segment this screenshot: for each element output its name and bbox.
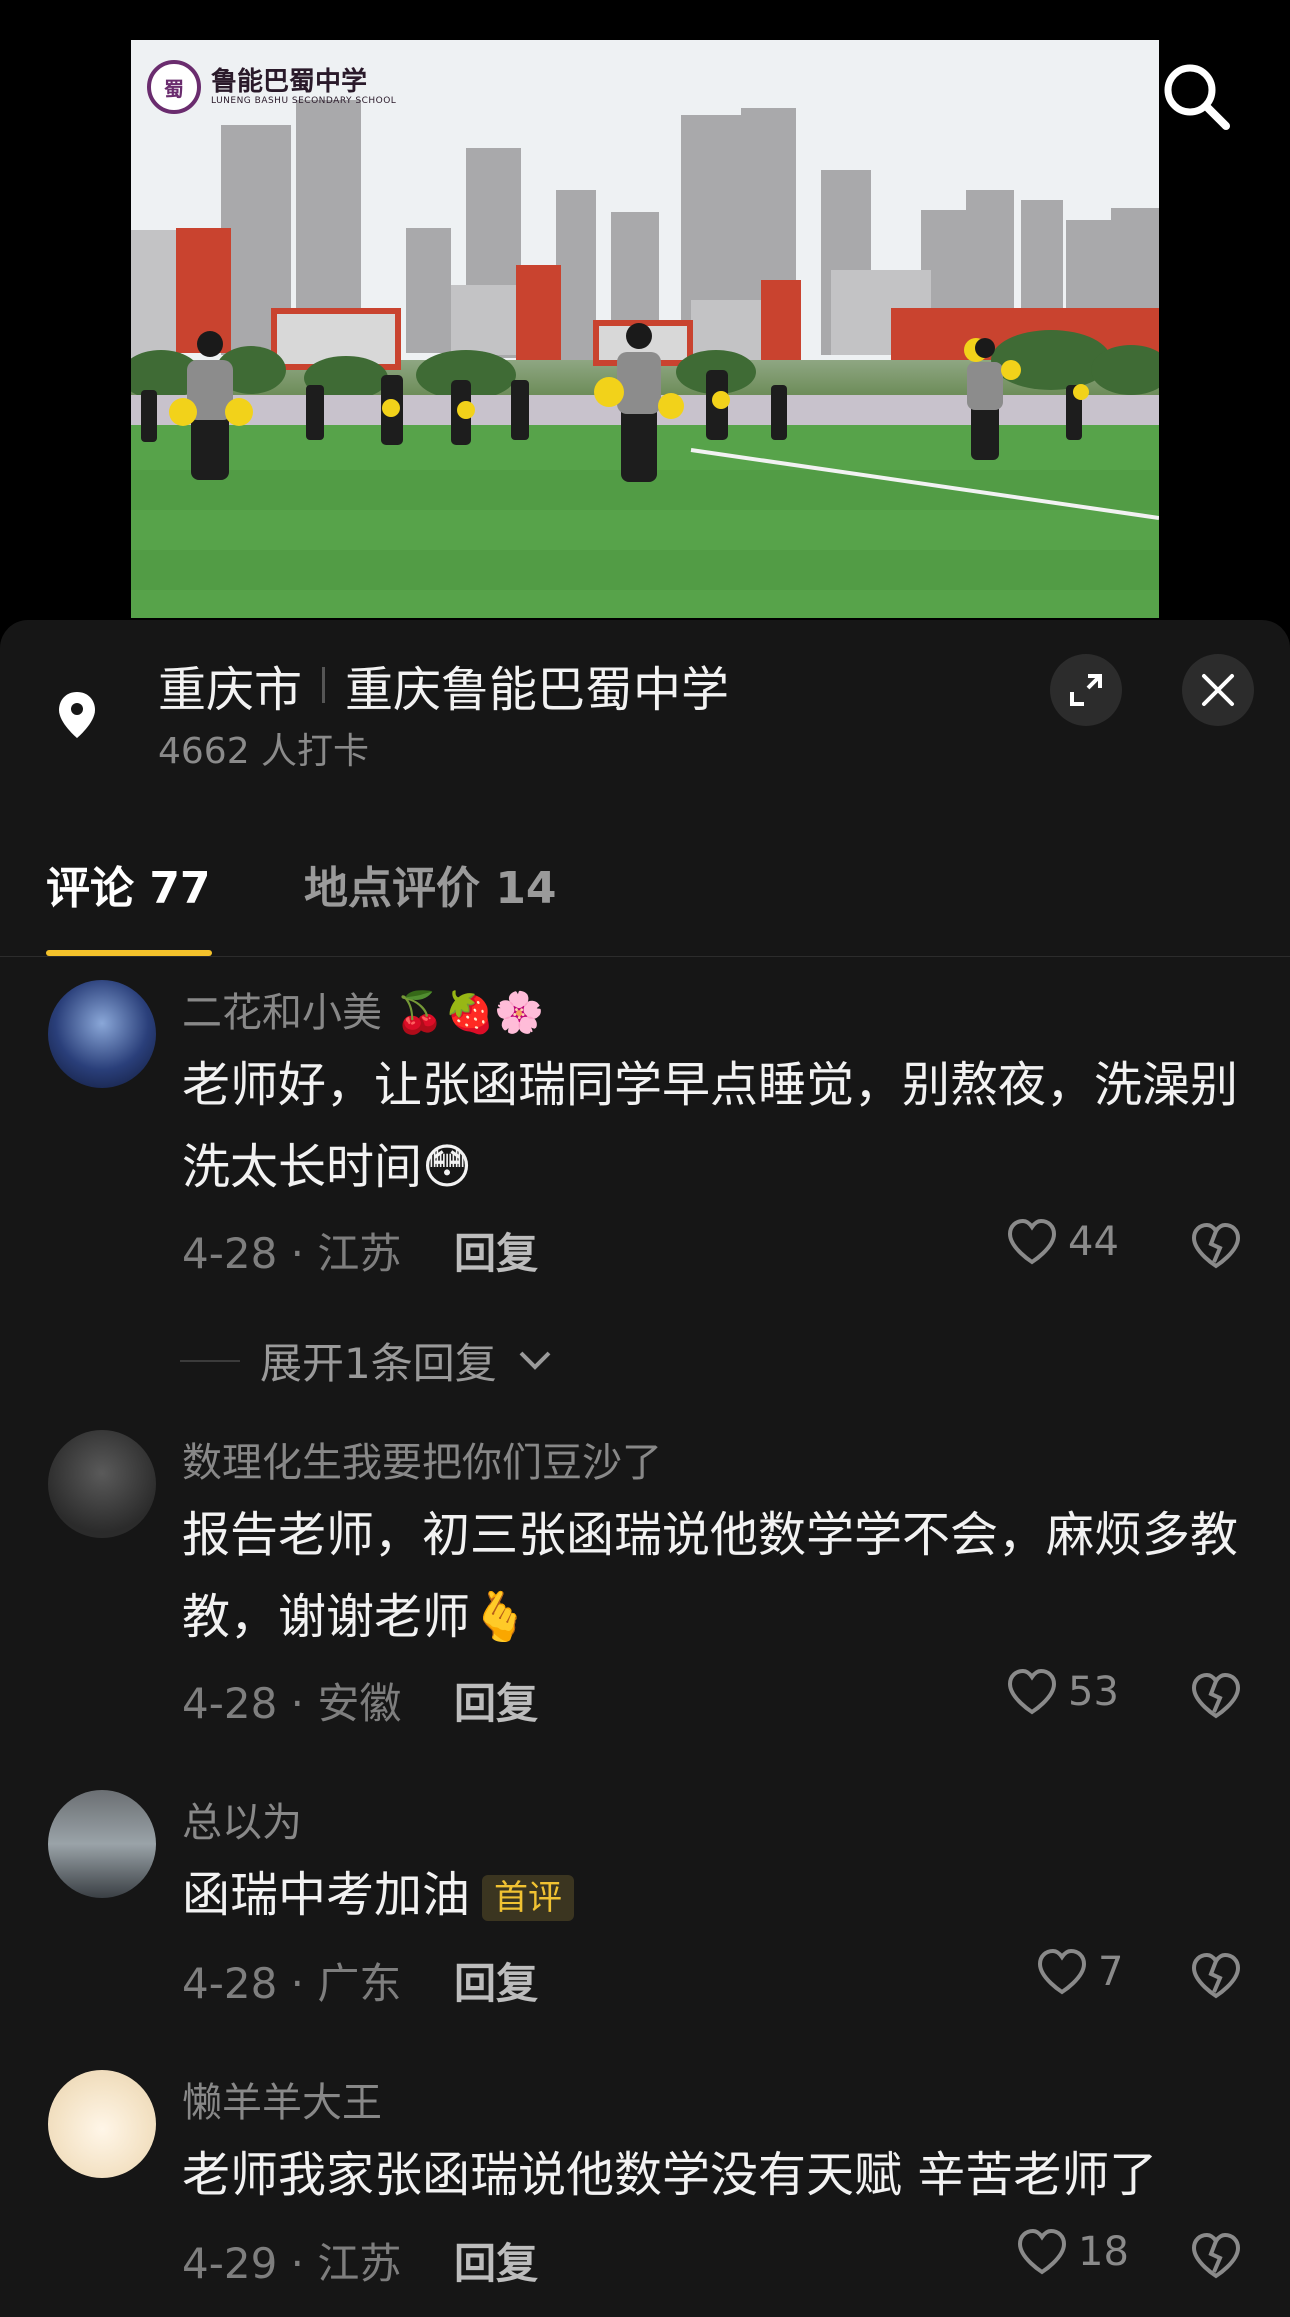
checkin-count: 4662 人打卡 <box>158 731 370 772</box>
expand-icon <box>1070 674 1102 706</box>
like-count: 7 <box>1098 1949 1124 1995</box>
close-button[interactable] <box>1182 654 1254 726</box>
comment-author[interactable]: 二花和小美 🍒🍓🌸 <box>182 980 544 1038</box>
comment-emoji: 🫰 <box>470 1589 530 1645</box>
first-comment-badge: 首评 <box>482 1875 575 1921</box>
avatar[interactable] <box>48 1790 156 1898</box>
search-icon[interactable] <box>1160 60 1232 132</box>
avatar[interactable] <box>48 2070 156 2178</box>
comment-emoji: 😳 <box>422 1139 473 1195</box>
location-pin-icon <box>59 692 95 738</box>
expand-line <box>180 1359 240 1362</box>
location-place: 重庆鲁能巴蜀中学 <box>345 662 730 718</box>
comment-text: 老师好，让张函瑞同学早点睡觉，别熬夜，洗澡别洗太长时间😳 <box>182 1057 1239 1195</box>
reply-button[interactable]: 回复 <box>454 2230 538 2291</box>
school-logo: 蜀 鲁能巴蜀中学 LUNENG BASHU SECONDARY SCHOOL <box>147 60 396 114</box>
like-count: 44 <box>1068 1219 1119 1265</box>
reply-button[interactable]: 回复 <box>454 1670 538 1731</box>
reply-button[interactable]: 回复 <box>454 1950 538 2011</box>
video-area: 蜀 鲁能巴蜀中学 LUNENG BASHU SECONDARY SCHOOL <box>0 0 1290 640</box>
chevron-down-icon <box>519 1351 551 1370</box>
comment-author[interactable]: 数理化生我要把你们豆沙了 <box>182 1430 662 1488</box>
expand-replies[interactable]: 展开1条回复 <box>180 1330 553 1391</box>
heart-icon <box>1017 2228 1067 2275</box>
close-icon <box>1202 674 1234 706</box>
location-title[interactable]: 重庆市 重庆鲁能巴蜀中学 <box>158 650 729 720</box>
heart-icon <box>1007 1218 1057 1265</box>
comment-date-location: 4-28 · 安徽 <box>182 1679 402 1728</box>
like-button[interactable]: 7 <box>1036 1948 1123 1996</box>
video-player[interactable]: 蜀 鲁能巴蜀中学 LUNENG BASHU SECONDARY SCHOOL <box>131 40 1159 618</box>
comment-author[interactable]: 懒羊羊大王 <box>182 2070 382 2128</box>
like-button[interactable]: 18 <box>1016 2228 1129 2276</box>
broken-heart-icon[interactable] <box>1190 1222 1242 1270</box>
author-emoji: 🍒🍓🌸 <box>394 990 545 1036</box>
tab-comments[interactable]: 评论 77 <box>46 852 211 916</box>
broken-heart-icon[interactable] <box>1190 1672 1242 1720</box>
like-count: 53 <box>1068 1669 1119 1715</box>
broken-heart-icon[interactable] <box>1190 2232 1242 2280</box>
tab-place-reviews[interactable]: 地点评价 14 <box>304 852 557 916</box>
avatar[interactable] <box>48 1430 156 1538</box>
location-separator <box>322 667 326 703</box>
like-count: 18 <box>1078 2229 1129 2275</box>
broken-heart-icon[interactable] <box>1190 1952 1242 2000</box>
heart-icon <box>1037 1948 1087 1995</box>
like-button[interactable]: 44 <box>1006 1218 1119 1266</box>
avatar[interactable] <box>48 980 156 1088</box>
reply-button[interactable]: 回复 <box>454 1220 538 1281</box>
comment-text: 老师我家张函瑞说他数学没有天赋 辛苦老师了 <box>182 2147 1158 2203</box>
school-logo-name: 鲁能巴蜀中学 <box>211 67 368 97</box>
expand-button[interactable] <box>1050 654 1122 726</box>
like-button[interactable]: 53 <box>1006 1668 1119 1716</box>
comment-date-location: 4-28 · 江苏 <box>182 1229 402 1278</box>
comment-text: 函瑞中考加油 首评 <box>182 1854 1242 1936</box>
expand-replies-label: 展开1条回复 <box>260 1339 497 1388</box>
comment-author[interactable]: 总以为 <box>182 1790 302 1848</box>
comment-date-location: 4-28 · 广东 <box>182 1959 402 2008</box>
school-logo-subtitle: LUNENG BASHU SECONDARY SCHOOL <box>211 96 397 106</box>
tab-divider <box>0 956 1290 957</box>
school-seal-icon: 蜀 <box>147 60 201 114</box>
location-city: 重庆市 <box>158 662 303 718</box>
video-frame-scene <box>131 40 1159 618</box>
comment-date-location: 4-29 · 江苏 <box>182 2239 402 2288</box>
heart-icon <box>1007 1668 1057 1715</box>
comment-text: 报告老师，初三张函瑞说他数学学不会，麻烦多教教，谢谢老师🫰 <box>182 1507 1239 1645</box>
